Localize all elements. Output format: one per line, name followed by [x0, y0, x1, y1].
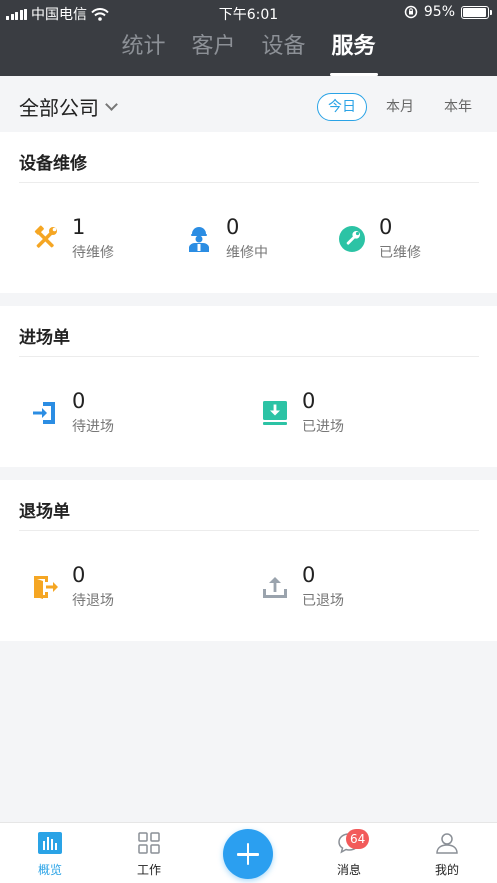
entry-card: 进场单 0 待进场 0 已进场	[0, 306, 497, 467]
stat-label: 待进场	[72, 419, 114, 435]
stat-pending-exit[interactable]: 0 待退场	[30, 562, 114, 612]
company-label: 全部公司	[19, 96, 99, 120]
stat-label: 已维修	[379, 245, 421, 261]
exit-title: 退场单	[19, 502, 70, 522]
battery-fill	[463, 7, 486, 17]
stat-exited[interactable]: 0 已退场	[260, 562, 344, 612]
top-header: 中国电信 下午6:01 95% 统计 客户 设备 服务	[0, 0, 497, 76]
chevron-down-icon	[105, 97, 118, 111]
hammer-wrench-icon	[30, 224, 60, 254]
entry-title: 进场单	[19, 328, 70, 348]
exit-card: 退场单 0 待退场 0 已退场	[0, 480, 497, 641]
stat-entered[interactable]: 0 已进场	[260, 388, 344, 438]
status-right: 95%	[404, 4, 492, 20]
nav-label: 工作	[136, 863, 161, 877]
grid-icon	[119, 831, 179, 855]
nav-me[interactable]: 我的	[417, 831, 477, 878]
stat-label: 已进场	[302, 419, 344, 435]
tab-stats[interactable]: 统计	[121, 30, 165, 74]
rotation-lock-icon	[404, 5, 418, 19]
message-badge: 64	[346, 829, 370, 849]
add-button[interactable]	[223, 829, 273, 879]
repair-title: 设备维修	[19, 154, 87, 174]
exit-door-icon	[30, 572, 60, 602]
stat-repairing[interactable]: 0 维修中	[184, 214, 268, 264]
nav-label: 概览	[37, 863, 62, 877]
battery-icon	[461, 5, 492, 19]
download-box-icon	[260, 398, 290, 428]
chart-icon	[20, 831, 80, 855]
stat-value: 0	[226, 215, 240, 239]
nav-overview[interactable]: 概览	[20, 831, 80, 878]
stat-pending-repair[interactable]: 1 待维修	[30, 214, 114, 264]
stat-label: 待退场	[72, 593, 114, 609]
top-tabs: 统计 客户 设备 服务	[0, 30, 497, 76]
tab-customers[interactable]: 客户	[191, 30, 235, 74]
period-selector: 今日 本月 本年	[317, 93, 483, 121]
divider	[19, 182, 479, 183]
stat-value: 0	[302, 563, 316, 587]
stat-value: 0	[379, 215, 393, 239]
stat-label: 维修中	[226, 245, 268, 261]
divider	[19, 530, 479, 531]
stat-value: 0	[72, 563, 86, 587]
stat-label: 已退场	[302, 593, 344, 609]
stat-pending-entry[interactable]: 0 待进场	[30, 388, 114, 438]
stat-value: 0	[302, 389, 316, 413]
upload-icon	[260, 572, 290, 602]
divider	[19, 356, 479, 357]
nav-label: 我的	[434, 863, 459, 877]
filter-bar: 全部公司 今日 本月 本年	[0, 76, 497, 132]
nav-label: 消息	[336, 863, 361, 877]
stat-value: 1	[72, 215, 86, 239]
status-bar: 中国电信 下午6:01 95%	[0, 0, 497, 26]
tab-service[interactable]: 服务	[329, 30, 378, 76]
repair-card: 设备维修 1 待维修 0 维修中 0 已维修	[0, 132, 497, 293]
company-selector[interactable]: 全部公司	[19, 92, 118, 121]
wrench-circle-icon	[337, 224, 367, 254]
period-month[interactable]: 本月	[375, 93, 425, 121]
enter-door-icon	[30, 398, 60, 428]
period-year[interactable]: 本年	[433, 93, 483, 121]
stat-label: 待维修	[72, 245, 114, 261]
tab-equipment[interactable]: 设备	[262, 30, 306, 74]
mechanic-icon	[184, 224, 214, 254]
stat-value: 0	[72, 389, 86, 413]
battery-percent: 95%	[423, 4, 455, 20]
period-today[interactable]: 今日	[317, 93, 367, 121]
nav-work[interactable]: 工作	[119, 831, 179, 878]
user-icon	[417, 831, 477, 855]
stat-repaired[interactable]: 0 已维修	[337, 214, 421, 264]
